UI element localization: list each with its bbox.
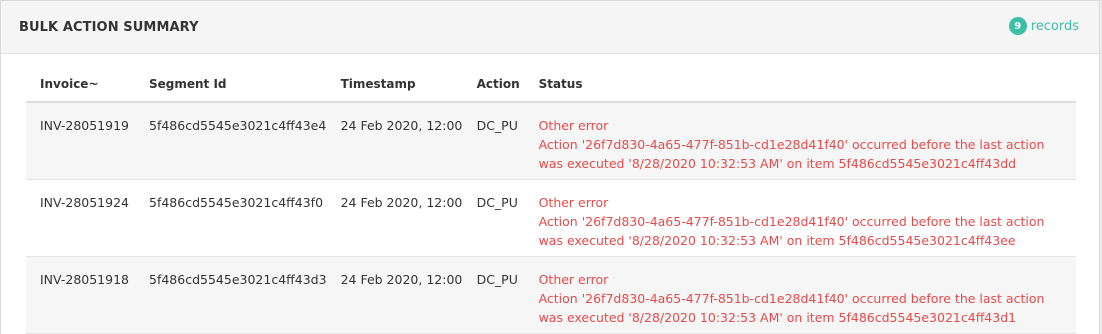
cell-timestamp: 24 Feb 2020, 12:00 — [326, 179, 463, 257]
cell-action: DC_PU — [462, 256, 525, 334]
status-detail: Action '26f7d830-4a65-477f-851b-cd1e28d4… — [538, 213, 1045, 248]
column-header-segment-id: Segment Id — [135, 72, 327, 103]
records-link[interactable]: 9 records — [1008, 17, 1079, 35]
cell-segment-id: 5f486cd5545e3021c4ff43f0 — [135, 179, 327, 257]
panel-header: BULK ACTION SUMMARY 9 records — [1, 1, 1099, 54]
status-detail: Action '26f7d830-4a65-477f-851b-cd1e28d4… — [538, 137, 1045, 171]
bulk-action-table: Invoice~ Segment Id Timestamp Action Sta… — [26, 72, 1076, 334]
cell-timestamp: 24 Feb 2020, 12:00 — [326, 256, 463, 334]
panel-title: BULK ACTION SUMMARY — [19, 19, 199, 35]
cell-action: DC_PU — [462, 102, 525, 180]
column-header-invoice[interactable]: Invoice~ — [26, 72, 135, 103]
bulk-action-summary-panel: BULK ACTION SUMMARY 9 records Invoice~ S… — [0, 0, 1100, 334]
cell-status: Other error Action '26f7d830-4a65-477f-8… — [524, 102, 1076, 180]
cell-invoice: INV-28051924 — [26, 179, 135, 257]
cell-invoice: INV-28051918 — [26, 256, 135, 334]
cell-timestamp: 24 Feb 2020, 12:00 — [326, 102, 463, 180]
cell-invoice: INV-28051919 — [26, 102, 135, 180]
cell-action: DC_PU — [462, 179, 525, 257]
column-header-timestamp: Timestamp — [326, 72, 463, 103]
status-title: Other error — [538, 118, 609, 133]
column-header-status: Status — [524, 72, 1076, 103]
table-row: INV-28051919 5f486cd5545e3021c4ff43e4 24… — [26, 102, 1076, 180]
table-header-row: Invoice~ Segment Id Timestamp Action Sta… — [26, 72, 1076, 103]
table-row: INV-28051924 5f486cd5545e3021c4ff43f0 24… — [26, 179, 1076, 257]
cell-segment-id: 5f486cd5545e3021c4ff43d3 — [135, 256, 327, 334]
column-header-action: Action — [462, 72, 525, 103]
records-count-badge: 9 — [1008, 17, 1027, 35]
table-row: INV-28051918 5f486cd5545e3021c4ff43d3 24… — [26, 256, 1076, 334]
records-label: records — [1030, 18, 1079, 34]
cell-segment-id: 5f486cd5545e3021c4ff43e4 — [135, 102, 327, 180]
cell-status: Other error Action '26f7d830-4a65-477f-8… — [524, 256, 1076, 334]
cell-status: Other error Action '26f7d830-4a65-477f-8… — [524, 179, 1076, 257]
status-title: Other error — [538, 194, 609, 210]
status-title: Other error — [538, 271, 609, 287]
status-detail: Action '26f7d830-4a65-477f-851b-cd1e28d4… — [538, 290, 1045, 325]
